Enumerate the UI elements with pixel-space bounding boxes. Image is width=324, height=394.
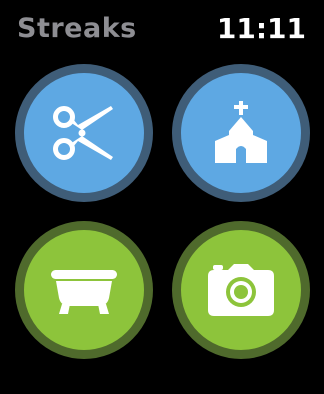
task-button-camera[interactable] [172, 221, 310, 359]
task-button-scissors[interactable] [15, 64, 153, 202]
header: Streaks 11:11 [0, 0, 324, 60]
clock-time: 11:11 [216, 12, 306, 45]
app-title: Streaks [17, 13, 137, 44]
camera-icon [208, 264, 274, 316]
task-button-bathtub[interactable] [15, 221, 153, 359]
church-icon [211, 101, 271, 165]
bathtub-icon [49, 264, 119, 316]
scissors-icon [51, 104, 117, 162]
task-button-church[interactable] [172, 64, 310, 202]
